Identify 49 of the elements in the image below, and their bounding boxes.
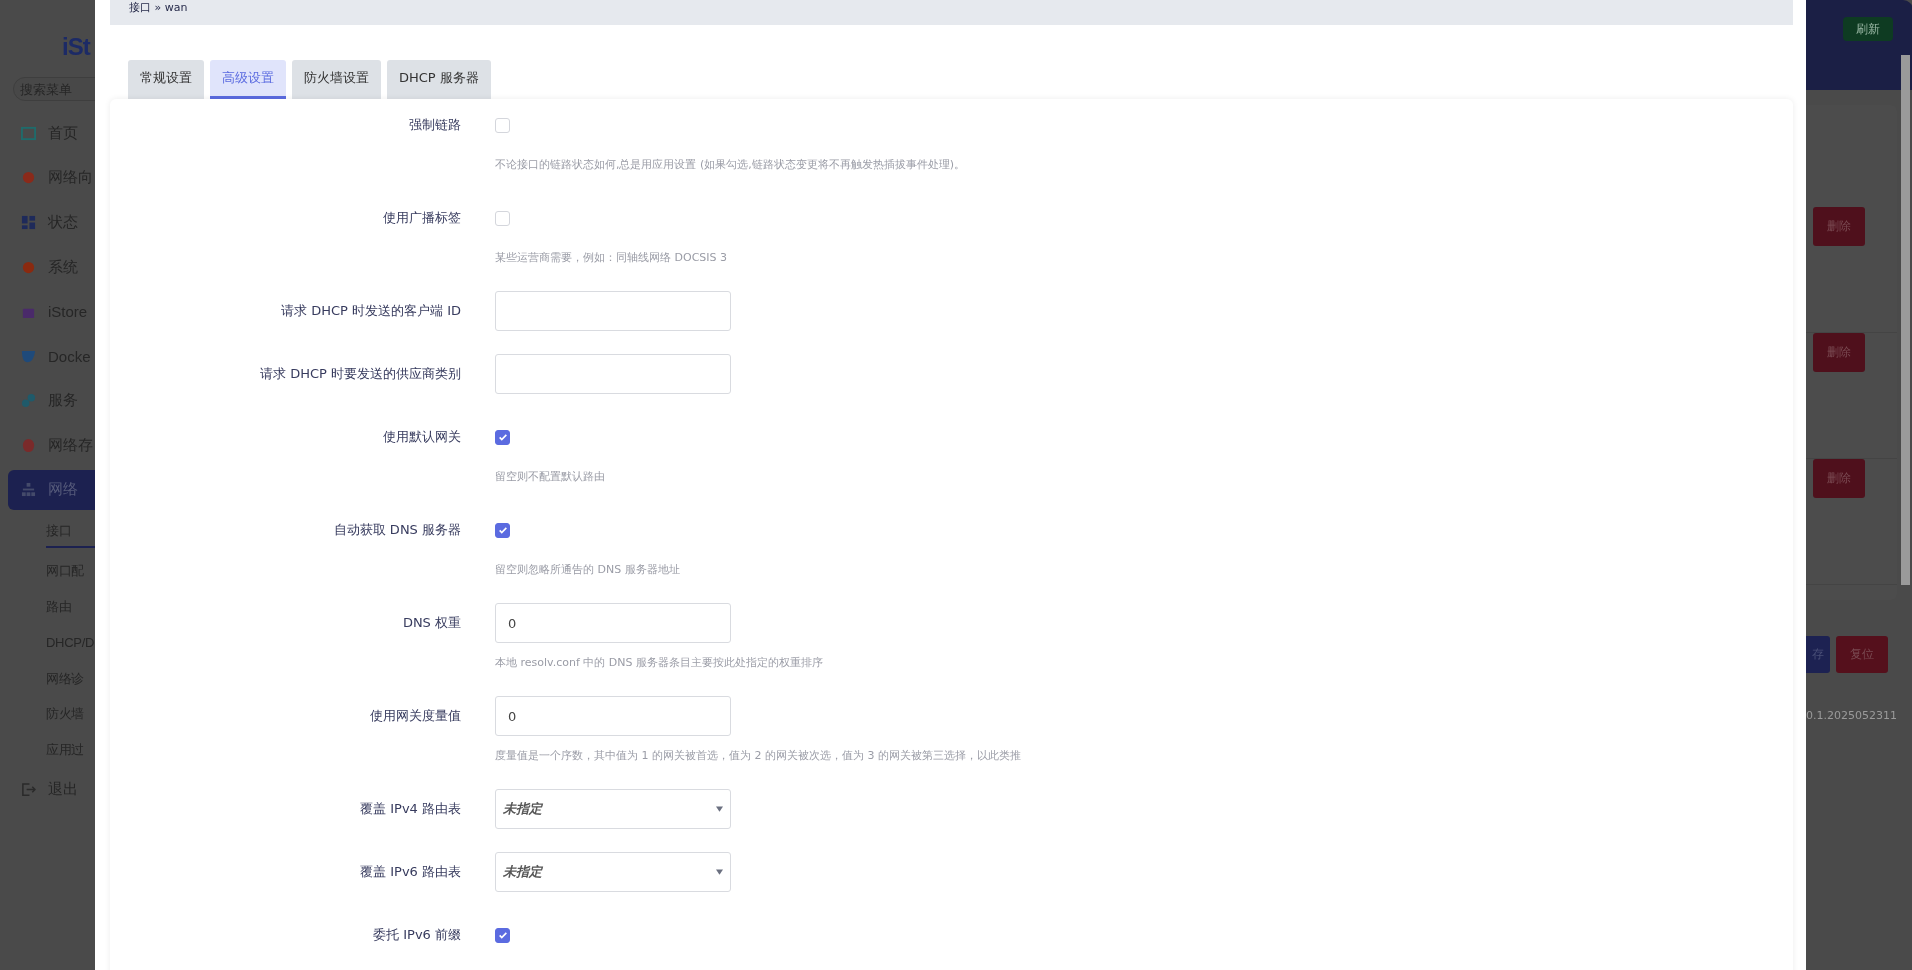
field-label: 使用默认网关 [382, 428, 461, 446]
checkbox[interactable] [495, 429, 510, 445]
logout-icon [21, 782, 36, 798]
menu-icon [21, 215, 36, 230]
field-label: 使用网关度量值 [369, 707, 461, 725]
field-hint: 不论接口的链路状态如何,总是用应用设置 (如果勾选,链路状态变更将不再触发热插拔事件处理)。 [495, 157, 967, 173]
field-label: 覆盖 IPv4 路由表 [359, 800, 461, 818]
input-field[interactable]: 0 [495, 696, 731, 736]
input-field[interactable] [495, 354, 731, 394]
check-icon [497, 525, 508, 535]
caret-icon [716, 869, 723, 875]
caret-icon [716, 806, 723, 812]
field-label: 委托 IPv6 前缀 [372, 926, 461, 944]
field-label: 自动获取 DNS 服务器 [332, 521, 461, 539]
field-label: 请求 DHCP 时发送的客户端 ID [280, 302, 461, 320]
menu-icon [21, 437, 36, 453]
menu-icon [21, 348, 36, 364]
menu-icon [21, 125, 36, 141]
input-field[interactable] [495, 291, 731, 331]
field-hint: 本地 resolv.conf 中的 DNS 服务器条目主要按此处指定的权重排序 [495, 655, 824, 671]
tab[interactable]: 常规设置 [128, 60, 204, 99]
refresh-button[interactable]: 刷新 [1843, 17, 1893, 41]
menu-icon [21, 393, 36, 409]
field-label: 请求 DHCP 时要发送的供应商类别 [259, 365, 461, 383]
breadcrumb: 接口 » wan [110, 0, 1793, 25]
field-hint: 度量值是一个序数，其中值为 1 的网关被首选，值为 2 的网关被次选，值为 3 的网关被第三选择，以此类推 [495, 748, 1022, 764]
input-field[interactable]: 0 [495, 603, 731, 643]
select-dropdown[interactable]: 未指定 [495, 852, 731, 892]
checkbox[interactable] [495, 522, 510, 538]
field-label: 使用广播标签 [382, 209, 461, 227]
menu-icon [21, 170, 36, 186]
sidebar-item[interactable]: 网络 [8, 469, 95, 510]
check-icon [497, 930, 508, 940]
scrollbar[interactable] [1901, 55, 1910, 585]
version-text: 0.1.2025052311 [1806, 709, 1897, 722]
menu-icon [21, 482, 36, 498]
checkbox[interactable] [495, 927, 510, 943]
tab[interactable]: DHCP 服务器 [387, 60, 491, 99]
field-label: DNS 权重 [401, 614, 461, 632]
field-label: 强制链路 [408, 116, 461, 134]
menu-icon [21, 259, 36, 275]
tab[interactable]: 高级设置 [210, 60, 286, 99]
select-dropdown[interactable]: 未指定 [495, 789, 731, 829]
field-hint: 某些运营商需要，例如：同轴线网络 DOCSIS 3 [495, 250, 728, 266]
check-icon [497, 432, 508, 442]
field-hint: 留空则不配置默认路由 [495, 469, 606, 485]
field-label: 覆盖 IPv6 路由表 [359, 863, 461, 881]
field-hint: 留空则忽略所通告的 DNS 服务器地址 [495, 562, 681, 578]
tab[interactable]: 防火墙设置 [292, 60, 381, 99]
